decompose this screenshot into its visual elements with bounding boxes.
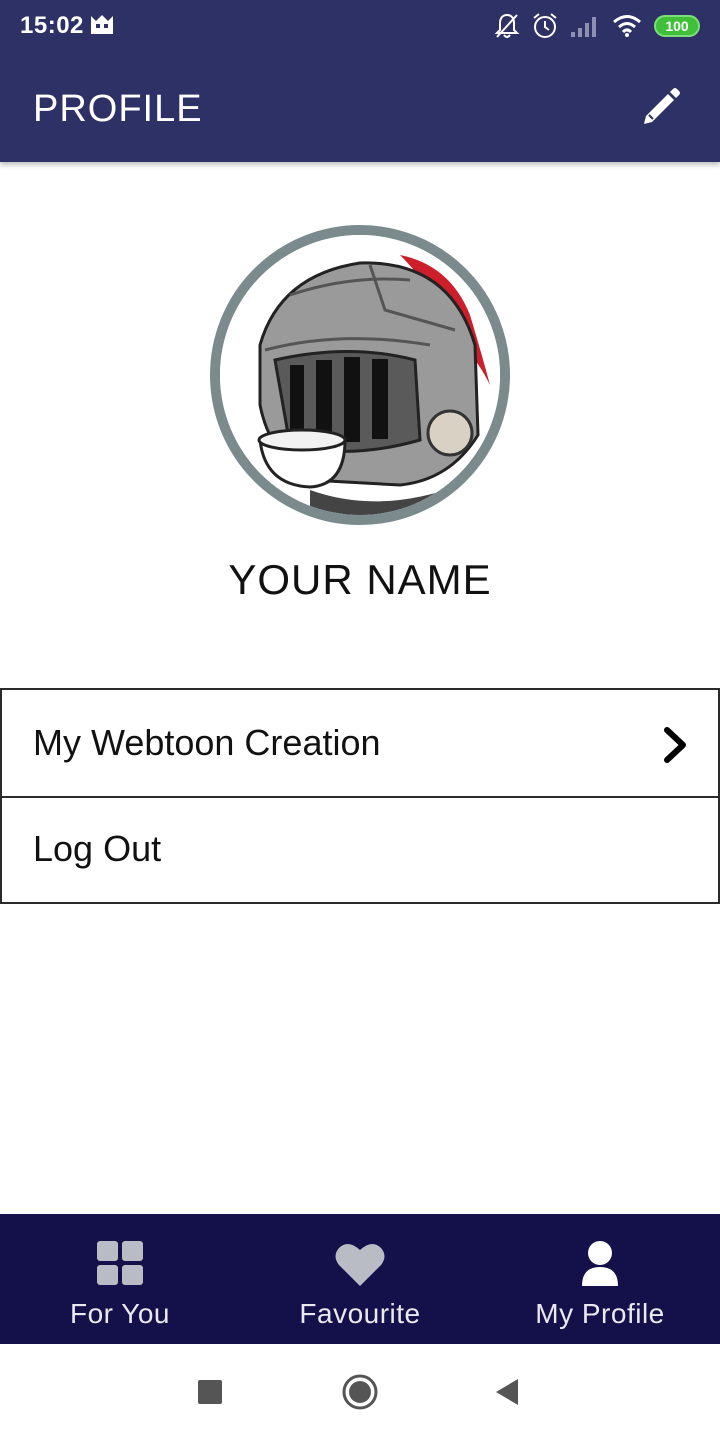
wifi-icon bbox=[613, 15, 641, 37]
profile-menu: My Webtoon Creation Log Out bbox=[0, 688, 720, 904]
home-icon[interactable] bbox=[342, 1374, 378, 1410]
chevron-right-icon bbox=[664, 727, 686, 763]
nav-for-you[interactable]: For You bbox=[0, 1214, 240, 1344]
page-title: PROFILE bbox=[33, 88, 203, 130]
app-bar: PROFILE bbox=[0, 52, 720, 162]
nav-favourite[interactable]: Favourite bbox=[240, 1214, 480, 1344]
status-icons: 100 bbox=[494, 10, 700, 42]
alarm-icon bbox=[533, 13, 557, 38]
grid-icon bbox=[97, 1241, 143, 1285]
battery-icon: 100 bbox=[654, 15, 700, 37]
nav-my-profile[interactable]: My Profile bbox=[480, 1214, 720, 1344]
profile-name: YOUR NAME bbox=[228, 556, 492, 603]
status-time: 15:02 bbox=[20, 12, 84, 39]
log-out-item[interactable]: Log Out bbox=[0, 798, 720, 904]
nav-label: For You bbox=[69, 1298, 171, 1329]
user-icon bbox=[582, 1241, 618, 1286]
avatar[interactable] bbox=[210, 225, 510, 525]
nav-label: Favourite bbox=[299, 1298, 421, 1329]
recents-icon[interactable] bbox=[192, 1374, 228, 1410]
bottom-navigation: For You Favourite My Profile bbox=[0, 1214, 720, 1344]
profile-screen: 15:02 100 PROFILE YOUR NAME My Webtoon C… bbox=[0, 0, 720, 1440]
system-navigation-bar bbox=[0, 1344, 720, 1440]
menu-item-label: My Webtoon Creation bbox=[33, 722, 381, 763]
my-webtoon-creation-item[interactable]: My Webtoon Creation bbox=[0, 688, 720, 798]
signal-icon bbox=[571, 17, 596, 37]
knight-helmet-avatar bbox=[220, 235, 500, 515]
notifications-off-icon bbox=[494, 13, 520, 38]
pencil-icon[interactable] bbox=[640, 86, 682, 128]
menu-item-label: Log Out bbox=[33, 828, 162, 869]
nav-label: My Profile bbox=[535, 1298, 665, 1329]
app-notification-icon bbox=[91, 15, 113, 34]
back-icon[interactable] bbox=[490, 1374, 526, 1410]
heart-icon bbox=[335, 1243, 385, 1286]
status-bar: 15:02 100 bbox=[0, 0, 720, 52]
